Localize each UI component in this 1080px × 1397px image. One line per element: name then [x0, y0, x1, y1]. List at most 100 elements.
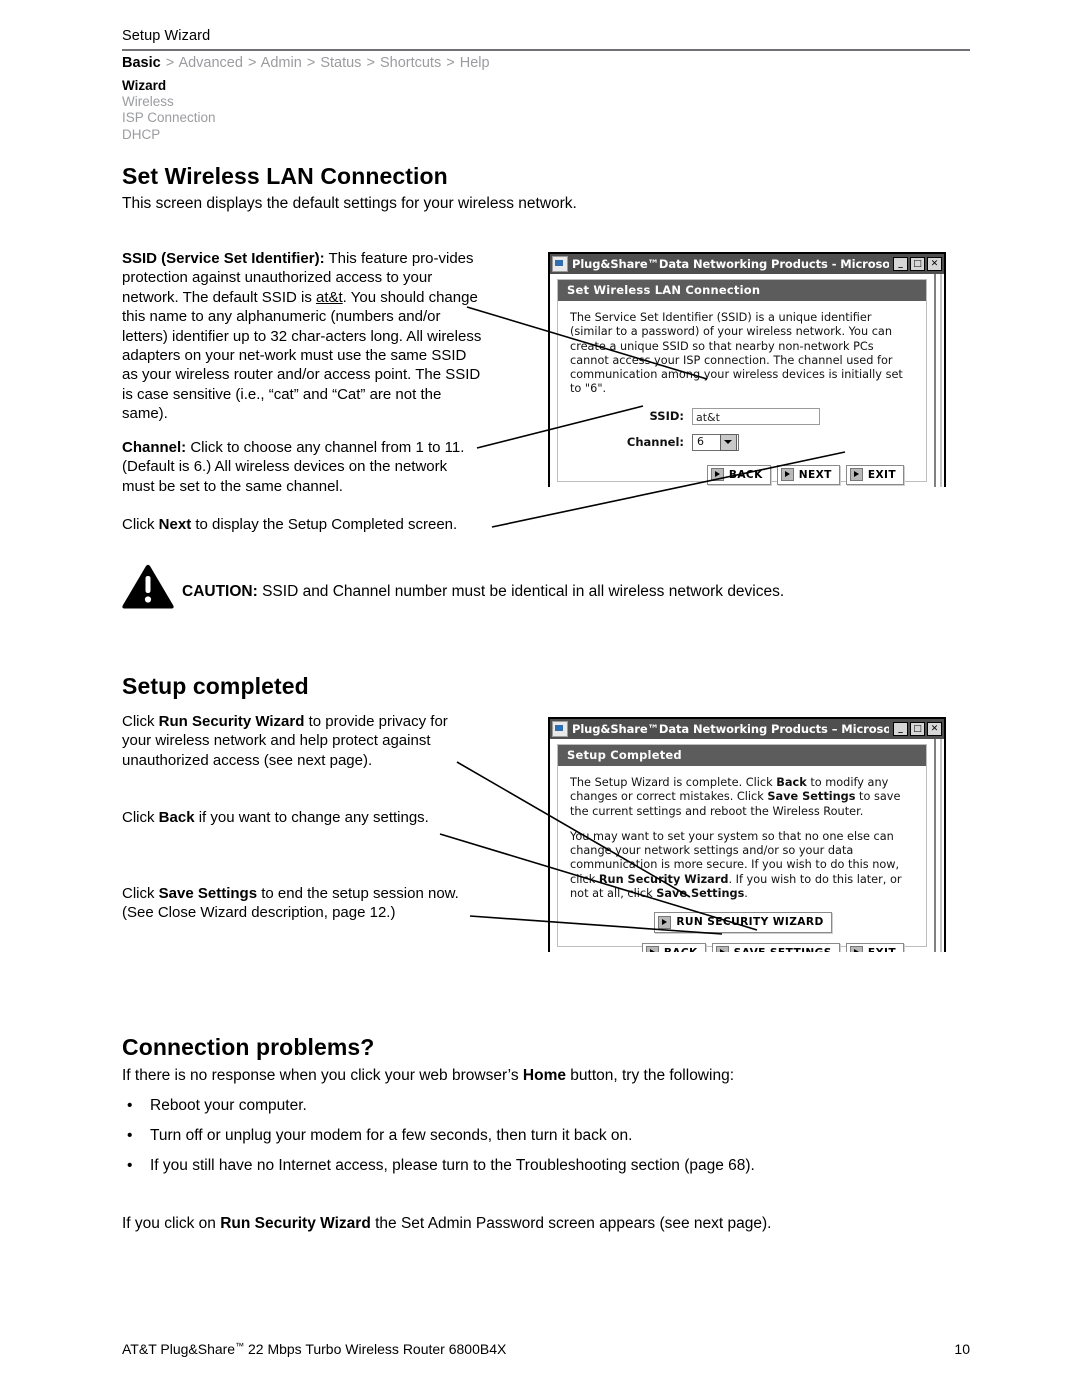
list-item: • Reboot your computer. — [122, 1097, 952, 1115]
run-security-wizard-button[interactable]: RUN SECURITY WIZARD — [654, 912, 832, 933]
conn-final-bold: Run Security Wizard — [220, 1215, 371, 1232]
chevron-right-icon — [849, 468, 863, 482]
breadcrumb-item-shortcuts[interactable]: Shortcuts — [380, 55, 441, 71]
breadcrumb-item-admin[interactable]: Admin — [261, 55, 302, 71]
channel-select[interactable]: 6 — [692, 433, 739, 451]
running-header-title: Setup Wizard — [122, 28, 211, 44]
exit-button[interactable]: EXIT — [845, 942, 904, 952]
section-heading-setup-completed: Setup completed — [122, 673, 309, 699]
channel-selected-value: 6 — [697, 435, 704, 449]
conn-final-post: the Set Admin Password screen appears (s… — [370, 1215, 772, 1232]
exit-button[interactable]: EXIT — [845, 464, 904, 486]
minimize-button[interactable]: _ — [893, 257, 908, 271]
paragraph-connection-final: If you click on Run Security Wizard the … — [122, 1214, 771, 1234]
paragraph-click-next: Click Next to display the Setup Complete… — [122, 515, 482, 534]
breadcrumb-item-basic[interactable]: Basic — [122, 55, 161, 71]
vertical-scrollbar[interactable] — [931, 274, 944, 487]
panel-description: The Service Set Identifier (SSID) is a u… — [570, 311, 903, 396]
window-title: Plug&Share™Data Networking Products – Mi… — [572, 722, 889, 736]
window-controls: _ □ ✕ — [893, 722, 942, 736]
paragraph-runsec-pre: Click — [122, 713, 159, 730]
paragraph-ssid: SSID (Service Set Identifier): This feat… — [122, 249, 482, 424]
close-button[interactable]: ✕ — [927, 257, 942, 271]
panel-body: The Setup Wizard is complete. Click Back… — [558, 766, 926, 952]
list-item: • Turn off or unplug your modem for a fe… — [122, 1127, 952, 1145]
window-content: Set Wireless LAN Connection The Service … — [550, 274, 931, 487]
window-title: Plug&Share™Data Networking Products - Mi… — [572, 257, 889, 271]
minimize-button[interactable]: _ — [893, 722, 908, 736]
conn-intro-post: button, try the following: — [565, 1067, 734, 1084]
paragraph-ssid-text-2: . You should change this name to any alp… — [122, 288, 482, 423]
document-page: Setup Wizard Basic > Advanced > Admin > … — [0, 0, 1080, 1397]
caution-text: CAUTION: SSID and Channel number must be… — [182, 583, 784, 601]
breadcrumb-separator: > — [446, 55, 455, 71]
exit-button-label: EXIT — [867, 468, 896, 481]
chevron-down-icon[interactable] — [720, 433, 737, 451]
back-button-label: BACK — [728, 468, 763, 481]
maximize-button[interactable]: □ — [910, 257, 925, 271]
paragraph-back-bold: Back — [158, 809, 195, 826]
list-item-text: Turn off or unplug your modem for a few … — [150, 1127, 633, 1144]
p1-d: Save Settings — [767, 790, 856, 804]
window-content: Setup Completed The Setup Wizard is comp… — [550, 739, 931, 952]
ie-page-icon — [552, 256, 568, 272]
bullet-marker: • — [127, 1097, 133, 1114]
conn-intro-pre: If there is no response when you click y… — [122, 1067, 523, 1084]
ssid-input[interactable]: at&t — [692, 407, 820, 425]
breadcrumb-separator: > — [247, 55, 257, 71]
paragraph-channel: Channel: Click to choose any channel fro… — [122, 438, 482, 496]
exit-button-label: EXIT — [868, 946, 896, 952]
back-button[interactable]: BACK — [706, 464, 771, 486]
paragraph-next-bold: Next — [158, 516, 192, 533]
paragraph-ssid-default-value: at&t — [315, 288, 343, 306]
breadcrumb-item-status[interactable]: Status — [320, 55, 361, 71]
chevron-right-icon — [710, 468, 724, 482]
paragraph-ssid-label: SSID (Service Set Identifier): — [122, 250, 325, 267]
close-button[interactable]: ✕ — [927, 722, 942, 736]
subnav-item-wizard[interactable]: Wizard — [122, 78, 216, 94]
conn-intro-bold: Home — [522, 1067, 566, 1084]
chevron-right-icon — [658, 916, 672, 930]
primary-action-row: RUN SECURITY WIZARD — [570, 912, 916, 933]
window-body: Set Wireless LAN Connection The Service … — [550, 274, 944, 487]
back-button[interactable]: BACK — [641, 942, 706, 952]
wizard-action-buttons: BACK NEXT EXIT — [570, 464, 916, 486]
paragraph-back-post: if you want to change any settings. — [194, 809, 429, 826]
list-item-text: If you still have no Internet access, pl… — [150, 1157, 755, 1174]
p2-b: Run Security Wizard — [598, 872, 729, 886]
conn-final-pre: If you click on — [122, 1215, 221, 1232]
save-settings-button-label: SAVE SETTINGS — [734, 946, 832, 952]
paragraph-next-post: to display the Setup Completed screen. — [191, 516, 458, 533]
paragraph-connection-intro: If there is no response when you click y… — [122, 1066, 734, 1086]
window-body: Setup Completed The Setup Wizard is comp… — [550, 739, 944, 952]
maximize-button[interactable]: □ — [910, 722, 925, 736]
section-heading-set-wireless-lan-connection: Set Wireless LAN Connection — [122, 163, 448, 189]
chevron-right-icon — [849, 946, 863, 952]
paragraph-runsec-bold: Run Security Wizard — [158, 713, 305, 730]
caution-callout: CAUTION: SSID and Channel number must be… — [120, 563, 940, 613]
panel-title-set-wireless-lan-connection: Set Wireless LAN Connection — [558, 280, 926, 301]
panel-paragraph-2: You may want to set your system so that … — [570, 830, 916, 901]
next-button[interactable]: NEXT — [776, 464, 840, 486]
vertical-scrollbar[interactable] — [931, 739, 944, 952]
panel-title-setup-completed: Setup Completed — [558, 745, 926, 766]
breadcrumb-separator: > — [306, 55, 316, 71]
troubleshooting-bullet-list: • Reboot your computer. • Turn off or un… — [122, 1097, 952, 1187]
subnav-list: Wizard Wireless ISP Connection DHCP — [122, 78, 216, 143]
section-lead-paragraph: This screen displays the default setting… — [122, 195, 577, 212]
panel-paragraph-1: The Setup Wizard is complete. Click Back… — [570, 776, 916, 819]
subnav-item-wireless[interactable]: Wireless — [122, 94, 216, 110]
save-settings-button[interactable]: SAVE SETTINGS — [711, 942, 840, 952]
p2-d: Save Settings — [656, 887, 745, 901]
breadcrumb-item-advanced[interactable]: Advanced — [178, 55, 243, 71]
subnav-item-isp-connection[interactable]: ISP Connection — [122, 110, 216, 126]
wizard-panel: Set Wireless LAN Connection The Service … — [557, 279, 927, 486]
field-row-ssid: SSID: at&t — [570, 407, 916, 425]
subnav-item-dhcp[interactable]: DHCP — [122, 127, 216, 143]
list-item-text: Reboot your computer. — [150, 1097, 307, 1114]
footer-product-name: AT&T Plug&Share™ 22 Mbps Turbo Wireless … — [122, 1341, 506, 1357]
breadcrumb-item-help[interactable]: Help — [460, 55, 490, 71]
run-security-wizard-label: RUN SECURITY WIZARD — [676, 916, 824, 929]
wizard-panel: Setup Completed The Setup Wizard is comp… — [557, 744, 927, 952]
paragraph-click-save-settings: Click Save Settings to end the setup ses… — [122, 884, 482, 923]
